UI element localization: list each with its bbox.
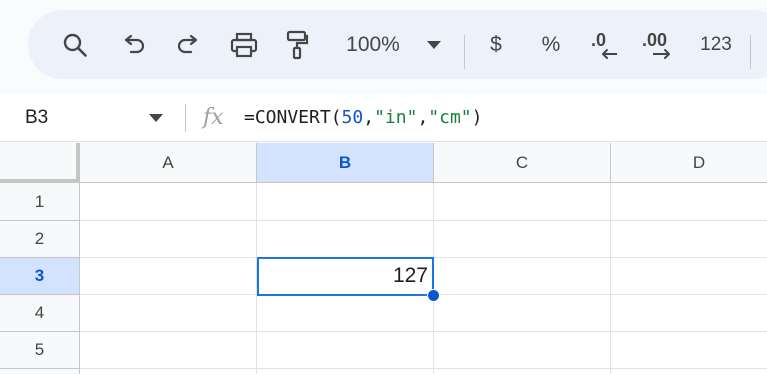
print-button[interactable] [225, 10, 263, 79]
cell-d5[interactable] [611, 332, 767, 369]
cell-b6[interactable] [257, 369, 434, 374]
toolbar-area: 100% $ % .0 .00 123 [0, 0, 767, 94]
formula-bar-divider [185, 104, 186, 132]
row-header-6[interactable] [0, 369, 80, 374]
svg-text:.00: .00 [642, 30, 667, 50]
select-all-corner[interactable] [0, 143, 80, 183]
name-box[interactable]: B3 [25, 94, 48, 142]
formula-suffix: ) [471, 107, 483, 128]
cell-d1[interactable] [611, 183, 767, 221]
formula-number-arg: 50 [341, 107, 364, 128]
toolbar-divider [750, 35, 751, 69]
cell-a6[interactable] [80, 369, 257, 374]
formula-bar: B3 fx =CONVERT(50,"in","cm") [0, 94, 767, 142]
formula-input[interactable]: =CONVERT(50,"in","cm") [244, 94, 482, 142]
cell-a2[interactable] [80, 221, 257, 258]
cell-b1[interactable] [257, 183, 434, 221]
fill-handle[interactable] [427, 289, 440, 302]
cell-b3[interactable]: 127 [257, 258, 434, 295]
decrease-decimal-button[interactable]: .0 [588, 10, 624, 79]
cell-c4[interactable] [434, 295, 611, 332]
cell-a3[interactable] [80, 258, 257, 295]
zoom-dropdown[interactable] [422, 10, 446, 79]
cell-d4[interactable] [611, 295, 767, 332]
chevron-down-icon [427, 40, 441, 49]
cell-d6[interactable] [611, 369, 767, 374]
cell-c3[interactable] [434, 258, 611, 295]
formula-separator: , [417, 107, 429, 128]
undo-icon [124, 34, 145, 53]
cell-b2[interactable] [257, 221, 434, 258]
percent-label: % [541, 32, 561, 56]
print-icon [230, 32, 258, 57]
currency-label: $ [490, 32, 502, 56]
cell-a4[interactable] [80, 295, 257, 332]
cell-b4[interactable] [257, 295, 434, 332]
redo-icon [177, 34, 198, 53]
row-header-2[interactable]: 2 [0, 221, 80, 258]
row-header-1[interactable]: 1 [0, 183, 80, 221]
row-header-3[interactable]: 3 [0, 258, 80, 295]
zoom-value: 100% [346, 32, 400, 56]
number-format-label: 123 [700, 33, 732, 55]
toolbar-divider [464, 35, 465, 69]
spreadsheet-window: 100% $ % .0 .00 123 B3 fx =CONVERT(50,"i… [0, 0, 767, 374]
formula-from-unit-arg: "in" [374, 107, 418, 128]
sheet-grid: A B C D 1 2 3 4 5 127 [0, 143, 767, 374]
cell-b5[interactable] [257, 332, 434, 369]
column-header-a[interactable]: A [80, 143, 257, 183]
cell-c1[interactable] [434, 183, 611, 221]
percent-format-button[interactable]: % [536, 10, 566, 79]
more-formats-button[interactable]: 123 [694, 10, 738, 79]
paint-format-icon [286, 30, 309, 59]
column-header-c[interactable]: C [434, 143, 611, 183]
redo-button[interactable] [170, 10, 206, 79]
paint-format-button[interactable] [280, 10, 314, 79]
chevron-down-icon[interactable] [149, 114, 163, 122]
cell-d3[interactable] [611, 258, 767, 295]
row-header-4[interactable]: 4 [0, 295, 80, 332]
row-header-5[interactable]: 5 [0, 332, 80, 369]
cell-d2[interactable] [611, 221, 767, 258]
cell-a1[interactable] [80, 183, 257, 221]
column-header-d[interactable]: D [611, 143, 767, 183]
increase-decimal-button[interactable]: .00 [640, 10, 680, 79]
zoom-select[interactable]: 100% [333, 10, 413, 79]
cell-c6[interactable] [434, 369, 611, 374]
increase-decimal-icon: .00 [642, 30, 670, 59]
toolbar: 100% $ % .0 .00 123 [28, 10, 767, 79]
cell-a5[interactable] [80, 332, 257, 369]
formula-to-unit-arg: "cm" [428, 107, 472, 128]
search-icon [63, 33, 87, 57]
currency-format-button[interactable]: $ [482, 10, 510, 79]
search-button[interactable] [56, 10, 94, 79]
cell-c5[interactable] [434, 332, 611, 369]
undo-button[interactable] [116, 10, 152, 79]
decrease-decimal-icon: .0 [591, 30, 617, 59]
formula-separator: , [363, 107, 375, 128]
svg-text:.0: .0 [591, 30, 606, 50]
column-header-b[interactable]: B [257, 143, 434, 183]
fx-icon: fx [203, 105, 224, 130]
cell-c2[interactable] [434, 221, 611, 258]
formula-prefix: =CONVERT( [244, 107, 342, 128]
